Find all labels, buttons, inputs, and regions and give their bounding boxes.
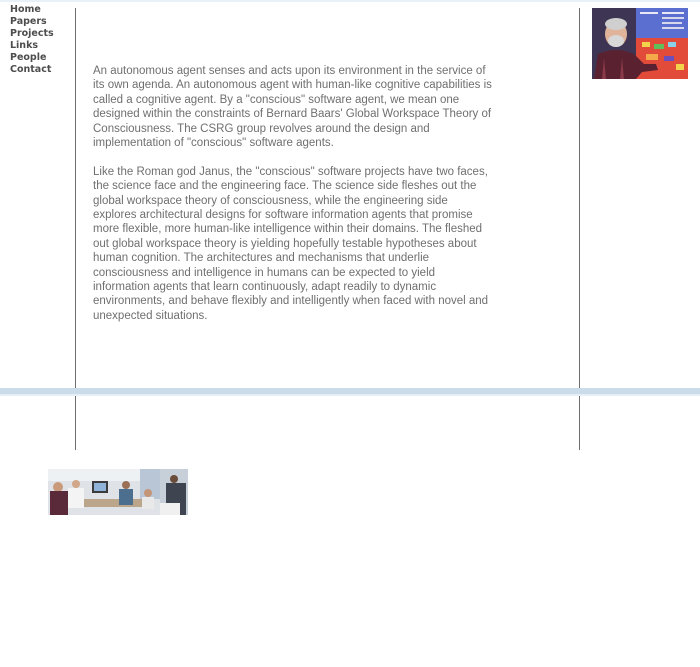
presenter-photo [592,8,688,79]
horizontal-band-shadow [0,394,700,396]
nav-link-home[interactable]: Home [10,4,54,16]
left-divider [75,8,76,450]
main-content: An autonomous agent senses and acts upon… [93,64,493,338]
group-meeting-photo-image [48,469,188,515]
nav-link-projects[interactable]: Projects [10,28,54,40]
nav-link-people[interactable]: People [10,52,54,64]
presenter-photo-image [592,8,688,79]
group-meeting-photo [48,469,188,515]
top-rule [0,0,700,2]
main-nav: Home Papers Projects Links People Contac… [10,4,54,76]
nav-link-papers[interactable]: Papers [10,16,54,28]
nav-link-links[interactable]: Links [10,40,54,52]
right-divider [579,8,580,450]
intro-paragraph: An autonomous agent senses and acts upon… [93,65,492,150]
janus-paragraph: Like the Roman god Janus, the "conscious… [93,165,489,322]
nav-link-contact[interactable]: Contact [10,64,54,76]
